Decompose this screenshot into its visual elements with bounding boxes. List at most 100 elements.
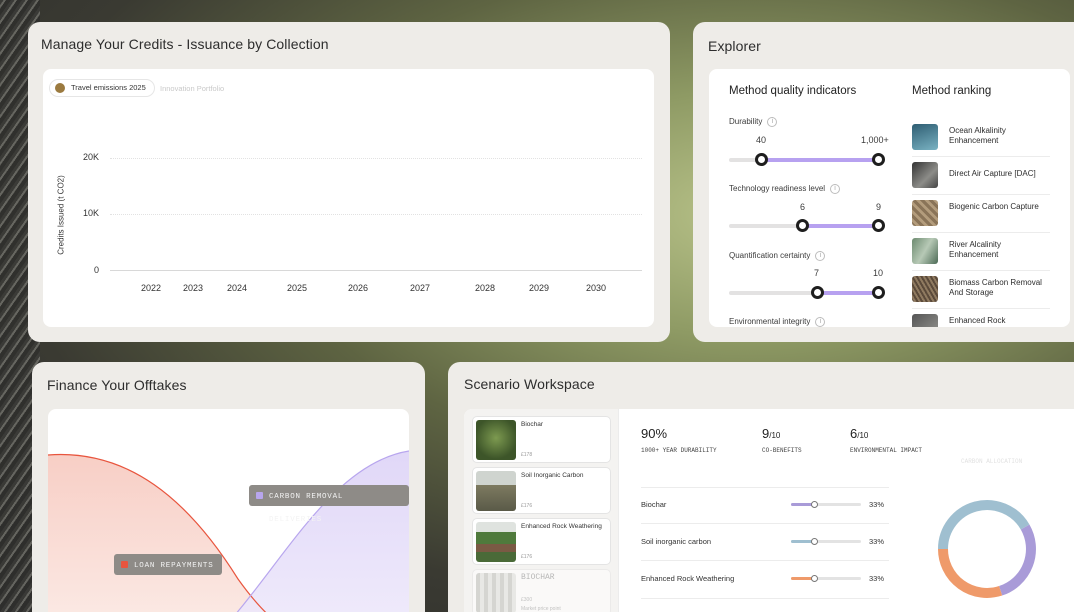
ranking-item[interactable]: Biomass Carbon Removal And Storage — [912, 271, 1050, 309]
x-tick: 2026 — [348, 283, 369, 293]
ranking-item[interactable]: Biogenic Carbon Capture — [912, 195, 1050, 233]
info-icon[interactable]: i — [767, 117, 778, 127]
method-card[interactable]: Enhanced Rock Weathering £176 — [472, 518, 611, 565]
indicator-label-quantification: Quantification certainty i — [729, 251, 826, 261]
method-card-price: £300 — [521, 597, 533, 603]
ranking-item[interactable]: Direct Air Capture [DAC] — [912, 157, 1050, 195]
allocation-label: CARBON ALLOCATION — [961, 458, 1023, 465]
method-card-name: Enhanced Rock Weathering — [521, 523, 602, 530]
ranking-item[interactable]: River Alcalinity Enhancement — [912, 233, 1050, 271]
x-tick: 2025 — [287, 283, 308, 293]
slider-handle-min[interactable] — [796, 219, 809, 232]
indicator-max: 10 — [873, 268, 884, 278]
method-thumbnail — [476, 471, 516, 511]
ranking-item[interactable]: Enhanced Rock — [912, 309, 1050, 327]
method-card[interactable]: Biochar £178 — [472, 416, 611, 463]
donut-segment-soil — [938, 500, 1030, 550]
allocation-slider[interactable] — [791, 538, 861, 545]
series-swatch-icon — [256, 492, 263, 499]
indicator-label-text: Durability — [729, 117, 763, 127]
ranking-item[interactable]: Ocean Alkalinity Enhancement — [912, 119, 1050, 157]
allocation-slider[interactable] — [791, 501, 861, 508]
scenario-card: Biochar £178 Soil Inorganic Carbon £176 … — [464, 409, 1074, 612]
slider-handle-max[interactable] — [872, 153, 885, 166]
method-thumbnail — [476, 420, 516, 460]
mix-percent: 33% — [869, 500, 885, 509]
method-thumbnail — [912, 314, 938, 327]
x-tick: 2024 — [227, 283, 248, 293]
allocation-handle[interactable] — [811, 575, 818, 582]
credits-title: Manage Your Credits - Issuance by Collec… — [41, 36, 329, 52]
row-divider — [641, 598, 889, 599]
y-axis-label: Credits Issued (t CO2) — [56, 175, 66, 255]
indicator-label-text: Technology readiness level — [729, 184, 826, 194]
allocation-handle[interactable] — [811, 501, 818, 508]
allocation-donut-chart — [938, 500, 1036, 598]
credits-panel: Manage Your Credits - Issuance by Collec… — [28, 22, 670, 342]
indicator-label-text: Quantification certainty — [729, 251, 811, 261]
scenario-panel: Scenario Workspace Biochar £178 Soil Ino… — [448, 362, 1074, 612]
finance-chart-card: CARBON REMOVAL DELIVERIES LOAN REPAYMENT… — [48, 409, 409, 612]
y-tick: 10K — [83, 208, 100, 218]
method-thumbnail — [912, 238, 938, 264]
donut-segment-biochar — [998, 524, 1036, 596]
deliveries-tag: CARBON REMOVAL DELIVERIES — [249, 485, 409, 524]
indicator-label-durability: Durability i — [729, 117, 778, 127]
allocation-handle[interactable] — [811, 538, 818, 545]
indicator-max: 1,000+ — [861, 135, 889, 145]
durability-slider[interactable] — [729, 158, 879, 162]
slider-range-fill — [817, 291, 879, 295]
slider-range-fill — [762, 158, 879, 162]
scenario-title: Scenario Workspace — [464, 376, 595, 392]
y-tick: 20K — [83, 152, 100, 162]
y-tick: 0 — [94, 265, 100, 275]
x-tick: 2022 — [141, 283, 162, 293]
series-swatch-icon — [121, 561, 128, 568]
tab-innovation-portfolio[interactable]: Innovation Portfolio — [160, 84, 224, 93]
x-tick: 2023 — [183, 283, 204, 293]
indicator-label-trl: Technology readiness level i — [729, 184, 841, 194]
tab-travel-emissions[interactable]: Travel emissions 2025 — [49, 79, 155, 97]
tab-label: Travel emissions 2025 — [71, 83, 146, 92]
slider-handle-max[interactable] — [872, 286, 885, 299]
explorer-title: Explorer — [708, 38, 761, 54]
finance-panel: Finance Your Offtakes CARBON REMOVAL DEL… — [32, 362, 425, 612]
mix-list: Biochar 33% Soil inorganic carbon 33% En… — [619, 409, 919, 612]
donut-segment-erw — [938, 548, 1003, 598]
row-divider — [641, 487, 889, 488]
mqi-heading: Method quality indicators — [729, 85, 857, 97]
info-icon[interactable]: i — [815, 317, 826, 327]
ranking-item-label: River Alcalinity Enhancement — [949, 240, 1002, 259]
explorer-card: Method quality indicators Method ranking… — [709, 69, 1070, 327]
slider-handle-min[interactable] — [755, 153, 768, 166]
method-thumbnail — [476, 522, 516, 562]
row-divider — [641, 523, 889, 524]
mix-label: Biochar — [641, 500, 667, 509]
explorer-panel: Explorer Method quality indicators Metho… — [693, 22, 1074, 342]
ranking-item-label: Enhanced Rock — [949, 316, 1006, 325]
slider-handle-min[interactable] — [811, 286, 824, 299]
method-card[interactable]: Soil Inorganic Carbon £176 — [472, 467, 611, 514]
allocation-slider[interactable] — [791, 575, 861, 582]
method-thumbnail — [912, 162, 938, 188]
mix-percent: 33% — [869, 574, 885, 583]
quantification-slider[interactable] — [729, 291, 879, 295]
mix-label: Soil inorganic carbon — [641, 537, 712, 546]
method-thumbnail — [912, 200, 938, 226]
method-card-price: £176 — [521, 503, 533, 509]
offtake-curves — [48, 450, 409, 612]
method-card-price: £178 — [521, 452, 533, 458]
gridline — [110, 214, 642, 215]
slider-range-fill — [802, 224, 879, 228]
method-ranking-list: Ocean Alkalinity Enhancement Direct Air … — [912, 119, 1052, 327]
method-card[interactable]: BIOCHAR £300 Market price point — [472, 569, 611, 612]
x-tick: 2027 — [410, 283, 431, 293]
mix-label: Enhanced Rock Weathering — [641, 574, 735, 583]
indicator-max: 9 — [876, 202, 882, 212]
info-icon[interactable]: i — [830, 184, 841, 194]
ranking-heading: Method ranking — [912, 85, 992, 97]
ranking-item-label: Biogenic Carbon Capture — [949, 202, 1039, 211]
gridline — [110, 158, 642, 159]
info-icon[interactable]: i — [815, 251, 826, 261]
slider-handle-max[interactable] — [872, 219, 885, 232]
